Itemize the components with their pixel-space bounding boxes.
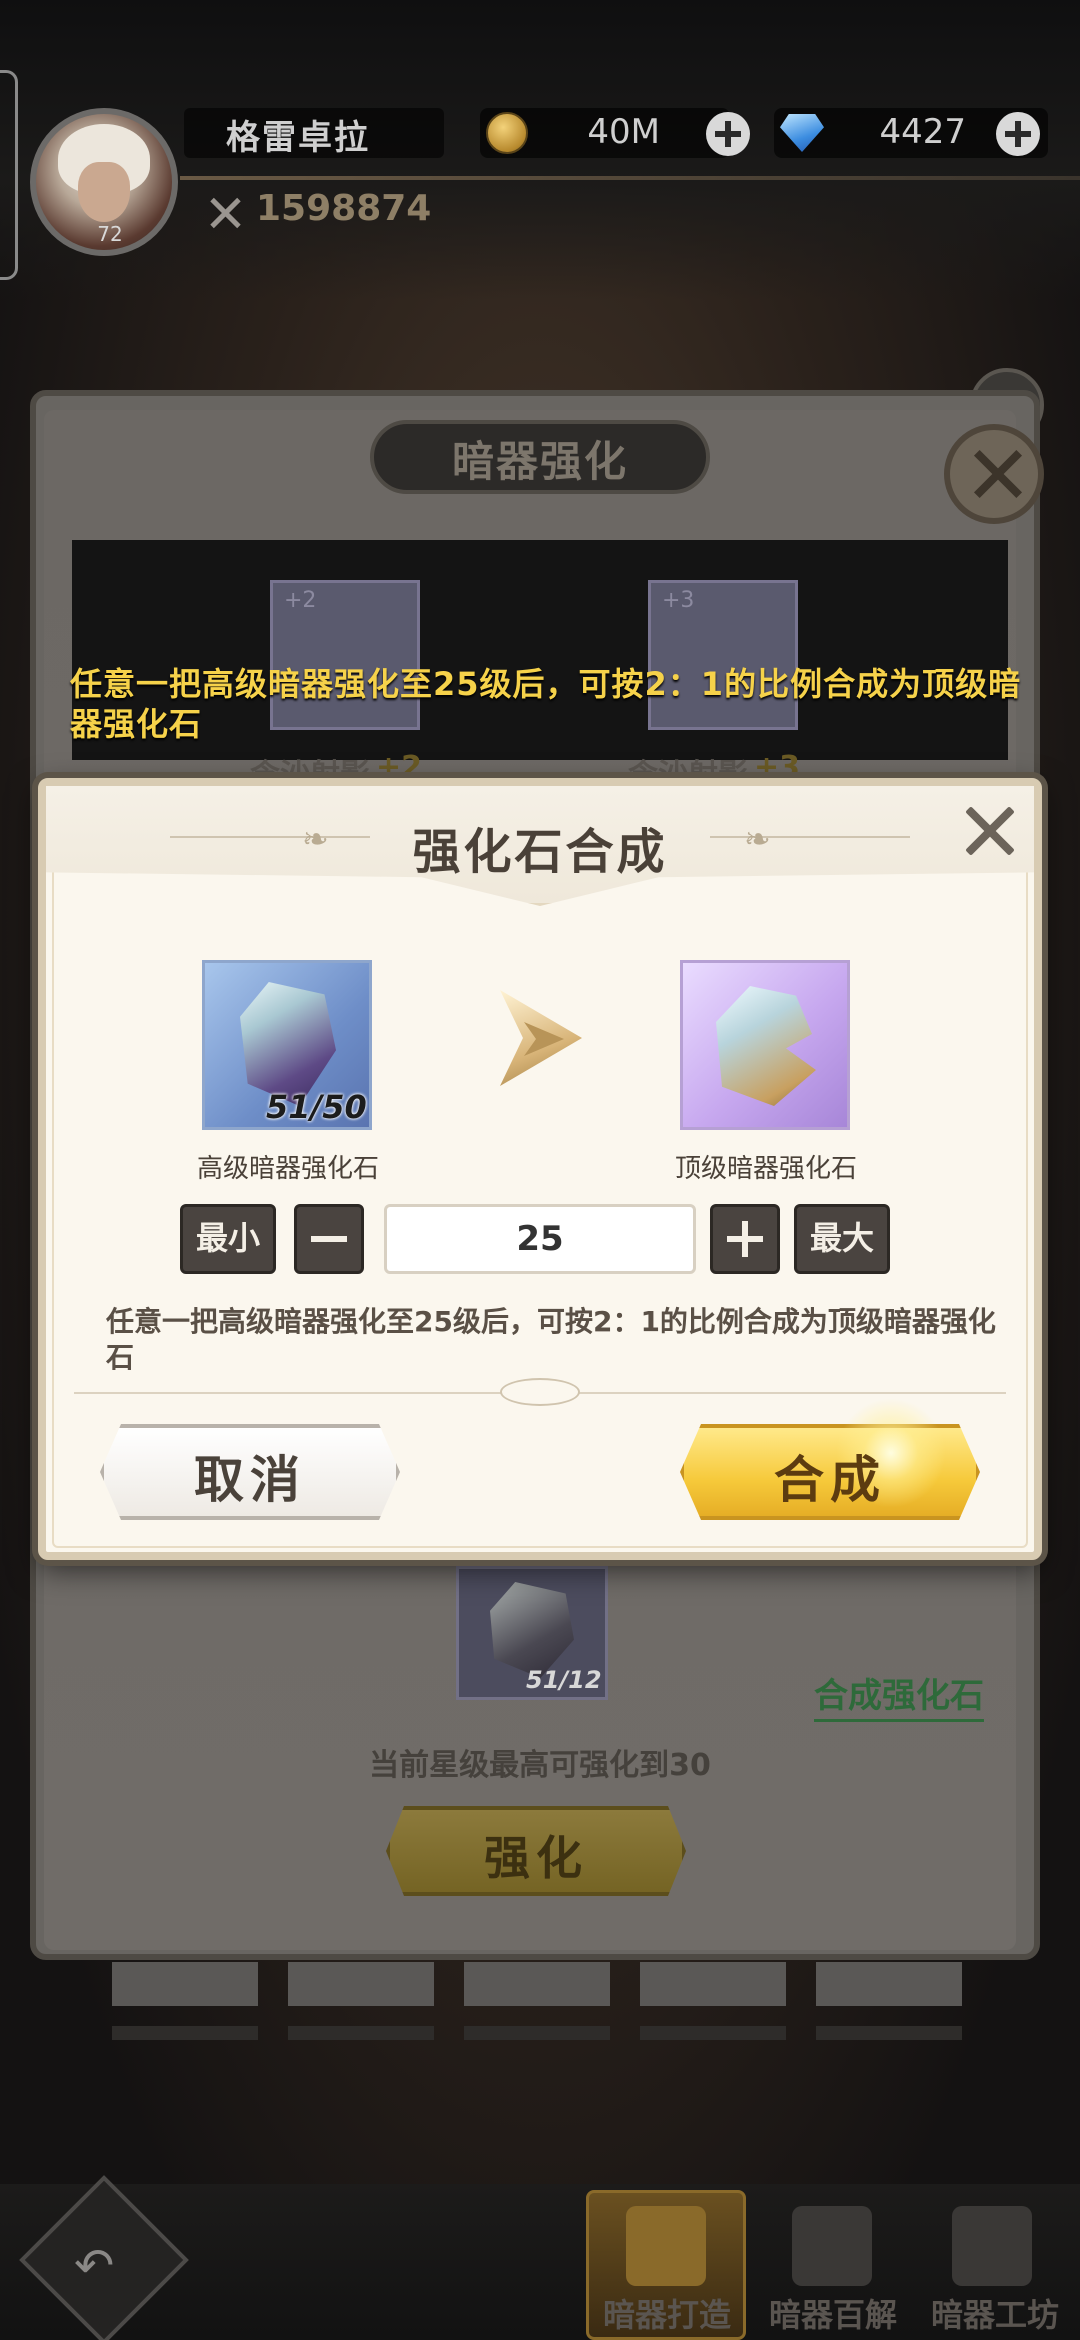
source-item-name: 高级暗器强化石 bbox=[196, 1154, 379, 1184]
weapon-badge-next: +3 bbox=[662, 588, 695, 613]
hammer-icon bbox=[626, 2206, 706, 2286]
diamond-amount: 4427 bbox=[879, 112, 966, 152]
decrease-button[interactable] bbox=[294, 1204, 364, 1274]
add-gold-button[interactable] bbox=[706, 112, 750, 156]
slot-3[interactable] bbox=[464, 1962, 610, 2006]
slot-1[interactable] bbox=[112, 1962, 258, 2006]
player-name: 格雷卓拉 bbox=[226, 118, 370, 158]
combat-power: 1598874 bbox=[256, 188, 432, 229]
avatar-face bbox=[78, 162, 130, 222]
max-button[interactable]: 最大 bbox=[794, 1204, 890, 1274]
blade-icon bbox=[792, 2206, 872, 2286]
increase-button[interactable] bbox=[710, 1204, 780, 1274]
stone-count: 51/12 bbox=[526, 1666, 602, 1694]
game-screen: 72 格雷卓拉 40M 4427 1598874 暗器强化 +2 +3 含沙射影… bbox=[0, 0, 1080, 2340]
slot-5[interactable] bbox=[816, 1962, 962, 2006]
slot-4-bar bbox=[640, 2026, 786, 2040]
min-button[interactable]: 最小 bbox=[180, 1204, 276, 1274]
dialog-description: 任意一把高级暗器强化至25级后，可按2：1的比例合成为顶级暗器强化石 bbox=[106, 1305, 996, 1374]
dialog-title: 强化石合成 bbox=[412, 824, 668, 880]
quantity-input[interactable]: 25 bbox=[384, 1204, 696, 1274]
max-level-text: 当前星级最高可强化到30 bbox=[369, 1748, 711, 1783]
synthesize-stone-link[interactable]: 合成强化石 bbox=[814, 1668, 984, 1722]
target-item-name: 顶级暗器强化石 bbox=[674, 1154, 857, 1184]
slot-2-bar bbox=[288, 2026, 434, 2040]
tab-weapon-guide-label: 暗器百解 bbox=[768, 2296, 897, 2334]
slot-2[interactable] bbox=[288, 1962, 434, 2006]
synthesize-button-label: 合成 bbox=[774, 1451, 886, 1509]
add-diamond-button[interactable] bbox=[996, 112, 1040, 156]
synthesis-tip: 任意一把高级暗器强化至25级后，可按2：1的比例合成为顶级暗器强化石 bbox=[70, 665, 1022, 743]
side-tab[interactable] bbox=[0, 70, 18, 280]
panel-close-icon[interactable] bbox=[944, 424, 1044, 524]
tab-weapon-forge-label: 暗器打造 bbox=[602, 2296, 731, 2334]
dialog-close-icon[interactable] bbox=[960, 800, 1020, 860]
workshop-icon bbox=[952, 2206, 1032, 2286]
slot-5-bar bbox=[816, 2026, 962, 2040]
source-item-count: 51/50 bbox=[266, 1088, 367, 1126]
gold-amount: 40M bbox=[587, 112, 660, 152]
gold-coin-icon bbox=[486, 112, 528, 154]
weapon-badge-current: +2 bbox=[284, 588, 317, 613]
hud-exp-bar bbox=[180, 176, 1080, 180]
slot-3-bar bbox=[464, 2026, 610, 2040]
divider-ornament bbox=[500, 1378, 580, 1406]
enhance-button-label: 强化 bbox=[484, 1831, 588, 1885]
player-level: 72 bbox=[97, 222, 123, 246]
slot-1-bar bbox=[112, 2026, 258, 2040]
cancel-button-label: 取消 bbox=[194, 1451, 306, 1509]
crossed-swords-icon bbox=[208, 196, 242, 230]
tab-weapon-workshop-label: 暗器工坊 bbox=[930, 2296, 1059, 2334]
enhance-title: 暗器强化 bbox=[451, 437, 628, 486]
slot-4[interactable] bbox=[640, 1962, 786, 2006]
back-arrow-icon: ↶ bbox=[74, 2238, 115, 2294]
